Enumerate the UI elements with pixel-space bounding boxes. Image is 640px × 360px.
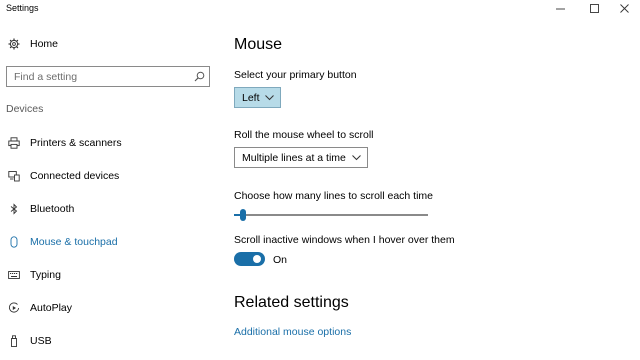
sidebar-item-label: Printers & scanners bbox=[30, 137, 122, 149]
section-label-devices: Devices bbox=[6, 103, 44, 115]
sidebar-item-connected-devices[interactable]: Connected devices bbox=[0, 163, 218, 189]
close-icon bbox=[620, 3, 629, 13]
lines-to-scroll-label: Choose how many lines to scroll each tim… bbox=[234, 190, 434, 202]
sidebar-item-label: Mouse & touchpad bbox=[30, 236, 118, 248]
keyboard-icon bbox=[8, 269, 20, 281]
chevron-down-icon bbox=[352, 155, 361, 161]
mouse-icon bbox=[8, 236, 20, 248]
maximize-icon bbox=[590, 3, 599, 13]
slider-track bbox=[234, 214, 428, 216]
printer-icon bbox=[8, 137, 20, 149]
sidebar-item-bluetooth[interactable]: Bluetooth bbox=[0, 196, 218, 222]
window-title: Settings bbox=[6, 3, 39, 13]
minimize-button[interactable] bbox=[546, 0, 576, 17]
additional-mouse-options-link[interactable]: Additional mouse options bbox=[234, 326, 351, 338]
sidebar-item-label: AutoPlay bbox=[30, 302, 73, 314]
chevron-down-icon bbox=[265, 95, 274, 101]
related-settings-heading: Related settings bbox=[234, 294, 349, 311]
title-bar: Settings bbox=[0, 0, 640, 17]
sidebar-item-label: Connected devices bbox=[30, 170, 120, 182]
slider-thumb[interactable] bbox=[240, 209, 246, 221]
scroll-mode-dropdown[interactable]: Multiple lines at a time bbox=[234, 147, 368, 168]
lines-to-scroll-slider[interactable] bbox=[234, 209, 428, 221]
page-title: Mouse bbox=[234, 36, 283, 53]
autoplay-icon bbox=[8, 302, 20, 314]
sidebar-item-mouse-touchpad[interactable]: Mouse & touchpad bbox=[0, 229, 218, 255]
sidebar-item-autoplay[interactable]: AutoPlay bbox=[0, 295, 218, 321]
sidebar-item-home[interactable]: Home bbox=[0, 31, 218, 57]
sidebar-item-label: Bluetooth bbox=[30, 203, 75, 215]
main-content: Mouse Select your primary button Left Ro… bbox=[234, 17, 634, 360]
sidebar-item-label: USB bbox=[30, 335, 52, 347]
sidebar-item-typing[interactable]: Typing bbox=[0, 262, 218, 288]
sidebar-item-usb[interactable]: USB bbox=[0, 328, 218, 354]
inactive-scroll-toggle[interactable] bbox=[234, 252, 265, 266]
search-placeholder: Find a setting bbox=[14, 71, 78, 83]
sidebar-item-label: Home bbox=[30, 38, 59, 50]
maximize-button[interactable] bbox=[580, 0, 610, 17]
bluetooth-icon bbox=[8, 203, 20, 215]
sidebar-item-printers[interactable]: Printers & scanners bbox=[0, 130, 218, 156]
minimize-icon bbox=[556, 8, 565, 9]
close-button[interactable] bbox=[610, 0, 640, 17]
primary-button-dropdown[interactable]: Left bbox=[234, 87, 281, 108]
sidebar-item-label: Typing bbox=[30, 269, 61, 281]
search-icon bbox=[194, 71, 205, 82]
connected-devices-icon bbox=[8, 170, 20, 182]
scroll-mode-value: Multiple lines at a time bbox=[242, 151, 346, 164]
search-input[interactable]: Find a setting bbox=[6, 66, 210, 87]
sidebar: Home Find a setting Devices Printers & s… bbox=[0, 17, 218, 360]
primary-button-label: Select your primary button bbox=[234, 69, 357, 81]
gear-icon bbox=[8, 38, 20, 50]
usb-icon bbox=[8, 335, 20, 347]
toggle-knob bbox=[253, 255, 261, 263]
inactive-scroll-label: Scroll inactive windows when I hover ove… bbox=[234, 234, 455, 246]
toggle-state-label: On bbox=[273, 254, 288, 266]
scroll-mode-label: Roll the mouse wheel to scroll bbox=[234, 129, 374, 141]
primary-button-value: Left bbox=[242, 91, 260, 104]
